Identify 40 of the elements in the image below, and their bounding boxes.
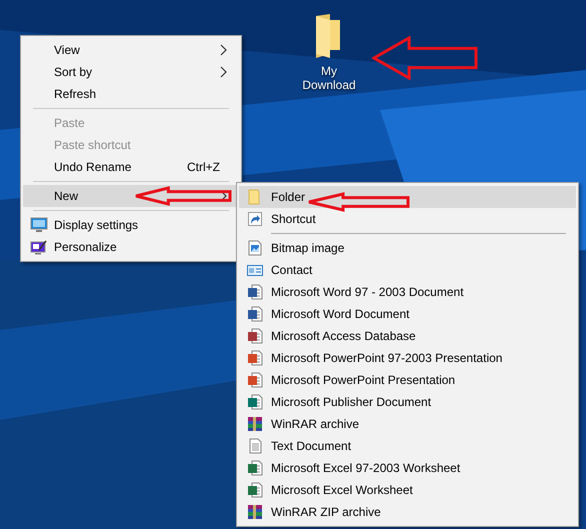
word-document-icon	[247, 306, 263, 322]
menu-item[interactable]: Bitmap image	[239, 237, 576, 259]
menu-item[interactable]: Refresh	[23, 83, 239, 105]
monitor-icon	[30, 217, 48, 233]
spreadsheet-document-icon	[247, 460, 263, 476]
menu-item[interactable]: Microsoft Publisher Document	[239, 391, 576, 413]
database-document-icon	[247, 328, 263, 344]
menu-item[interactable]: Folder	[239, 186, 576, 208]
menu-item[interactable]: Microsoft Excel 97-2003 Worksheet	[239, 457, 576, 479]
menu-item[interactable]: Personalize	[23, 236, 239, 258]
menu-item[interactable]: Shortcut	[239, 208, 576, 230]
presentation-document-icon	[247, 350, 263, 366]
menu-item[interactable]: Sort by	[23, 61, 239, 83]
menu-item[interactable]: Microsoft Access Database	[239, 325, 576, 347]
archive-books-icon	[247, 504, 263, 520]
chevron-right-icon	[220, 44, 227, 56]
spreadsheet-document-icon	[247, 482, 263, 498]
desktop-icon-label[interactable]: My Download	[296, 64, 362, 92]
menu-item[interactable]: Contact	[239, 259, 576, 281]
menu-item[interactable]: Microsoft PowerPoint Presentation	[239, 369, 576, 391]
menu-item[interactable]: WinRAR ZIP archive	[239, 501, 576, 523]
menu-item[interactable]: View	[23, 39, 239, 61]
menu-item[interactable]: Microsoft PowerPoint 97-2003 Presentation	[239, 347, 576, 369]
menu-item[interactable]: Microsoft Word 97 - 2003 Document	[239, 281, 576, 303]
text-document-icon	[247, 438, 263, 454]
menu-item[interactable]: Display settings	[23, 214, 239, 236]
menu-item[interactable]: Microsoft Excel Worksheet	[239, 479, 576, 501]
chevron-right-icon	[220, 190, 227, 202]
personalize-icon	[30, 239, 48, 255]
menu-item[interactable]: Text Document	[239, 435, 576, 457]
image-file-icon	[247, 240, 263, 256]
publisher-document-icon	[247, 394, 263, 410]
chevron-right-icon	[220, 66, 227, 78]
menu-item[interactable]: Microsoft Word Document	[239, 303, 576, 325]
presentation-document-icon	[247, 372, 263, 388]
menu-item[interactable]: Undo Rename Ctrl+Z	[23, 156, 239, 178]
archive-books-icon	[247, 416, 263, 432]
contact-card-icon	[247, 262, 263, 278]
menu-item[interactable]: WinRAR archive	[239, 413, 576, 435]
word-document-icon	[247, 284, 263, 300]
